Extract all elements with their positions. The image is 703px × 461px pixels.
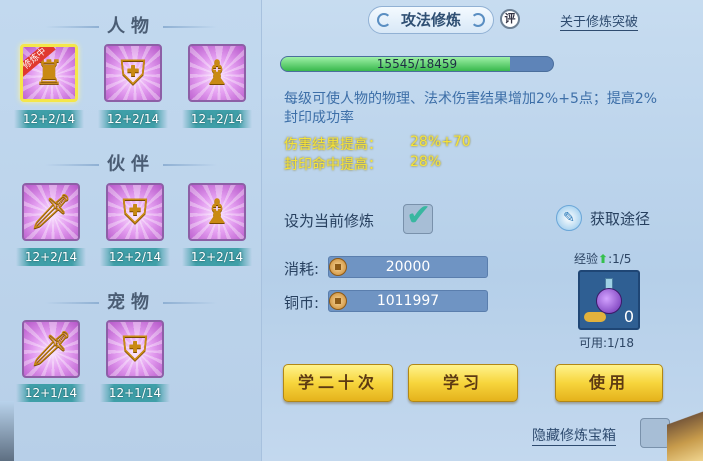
character-armor-icon: ♝ bbox=[201, 53, 233, 93]
partner-armor-icon: ♝ bbox=[201, 192, 233, 232]
learn-button[interactable]: 学习 bbox=[408, 364, 518, 402]
partner-shield-icon: ⛨ bbox=[122, 192, 148, 232]
hide-treasure-chest-checkbox[interactable] bbox=[640, 418, 670, 448]
slot-character-1[interactable]: ♜ 修炼中 bbox=[20, 44, 78, 102]
tab-attack-magic-cultivation[interactable]: 攻法修炼 bbox=[368, 6, 494, 34]
corner-decoration bbox=[667, 391, 703, 461]
use-button[interactable]: 使用 bbox=[555, 364, 663, 402]
about-breakthrough-link[interactable]: 关于修炼突破 bbox=[560, 11, 639, 31]
section-title-partner: 伙伴 bbox=[0, 150, 262, 176]
effect-seal: 封印命中提高： 28% bbox=[284, 154, 442, 173]
checkmark-icon: ✔ bbox=[406, 198, 432, 233]
slot-partner-2[interactable]: ⛨ bbox=[106, 183, 164, 241]
comment-button[interactable]: 评 bbox=[500, 9, 520, 29]
item-usable-label: 可用:1/18 bbox=[579, 336, 634, 350]
slot-level-label: 12+2/14 bbox=[182, 110, 252, 128]
set-current-checkbox[interactable]: ✔ bbox=[403, 198, 433, 234]
section-title-pet: 宠物 bbox=[0, 288, 262, 314]
slot-pet-1[interactable]: 🗡 bbox=[22, 320, 80, 378]
hide-treasure-chest-label[interactable]: 隐藏修炼宝箱 bbox=[532, 425, 616, 446]
slot-level-label: 12+1/14 bbox=[16, 384, 86, 402]
slot-level-label: 12+2/14 bbox=[182, 248, 252, 266]
set-current-label: 设为当前修炼 bbox=[284, 212, 375, 230]
copper-value-box: 1011997 bbox=[328, 290, 488, 312]
cultivation-description: 每级可使人物的物理、法术伤害结果增加2%+5点；提高2%封印成功率 bbox=[284, 91, 658, 126]
progress-text: 15545/18459 bbox=[376, 57, 458, 71]
partner-sword-icon: 🗡 bbox=[29, 192, 73, 232]
pet-sword-icon: 🗡 bbox=[29, 329, 73, 369]
slot-pet-2[interactable]: ⛨ bbox=[106, 320, 164, 378]
item-exp-label: 经验⬆:1/5 bbox=[574, 252, 632, 266]
item-count: 0 bbox=[623, 307, 634, 326]
swirl-left-icon bbox=[377, 13, 391, 27]
copper-label: 铜币: bbox=[284, 294, 320, 312]
arrow-up-icon: ⬆ bbox=[598, 252, 609, 266]
consume-value-box: 20000 bbox=[328, 256, 488, 278]
slot-partner-3[interactable]: ♝ bbox=[188, 183, 246, 241]
gold-coins-icon bbox=[584, 312, 606, 322]
effect-damage: 伤害结果提高： 28%+70 bbox=[284, 134, 471, 153]
section-title-character: 人物 bbox=[0, 12, 262, 38]
pet-shield-icon: ⛨ bbox=[122, 329, 148, 369]
swirl-right-icon bbox=[471, 13, 485, 27]
character-shield-icon: ⛨ bbox=[120, 53, 146, 93]
consume-label: 消耗: bbox=[284, 260, 320, 278]
slot-level-label: 12+2/14 bbox=[98, 110, 168, 128]
cultivation-panel: 人物 ♜ 修炼中 12+2/14 ⛨ 12+2/14 ♝ 12+2/14 伙伴 … bbox=[0, 0, 703, 461]
slot-character-2[interactable]: ⛨ bbox=[104, 44, 162, 102]
slot-level-label: 12+2/14 bbox=[14, 110, 84, 128]
slot-level-label: 12+2/14 bbox=[100, 248, 170, 266]
experience-progress-bar: 15545/18459 bbox=[280, 56, 554, 72]
slot-level-label: 12+1/14 bbox=[100, 384, 170, 402]
slot-partner-1[interactable]: 🗡 bbox=[22, 183, 80, 241]
slot-level-label: 12+2/14 bbox=[16, 248, 86, 266]
slot-character-3[interactable]: ♝ bbox=[188, 44, 246, 102]
learn-twenty-button[interactable]: 学二十次 bbox=[283, 364, 393, 402]
cultivation-item-slot[interactable]: 0 bbox=[578, 270, 640, 330]
book-icon: ✎ bbox=[556, 205, 582, 231]
cultivation-category-column: 人物 ♜ 修炼中 12+2/14 ⛨ 12+2/14 ♝ 12+2/14 伙伴 … bbox=[0, 0, 262, 461]
corner-decoration bbox=[0, 401, 14, 461]
